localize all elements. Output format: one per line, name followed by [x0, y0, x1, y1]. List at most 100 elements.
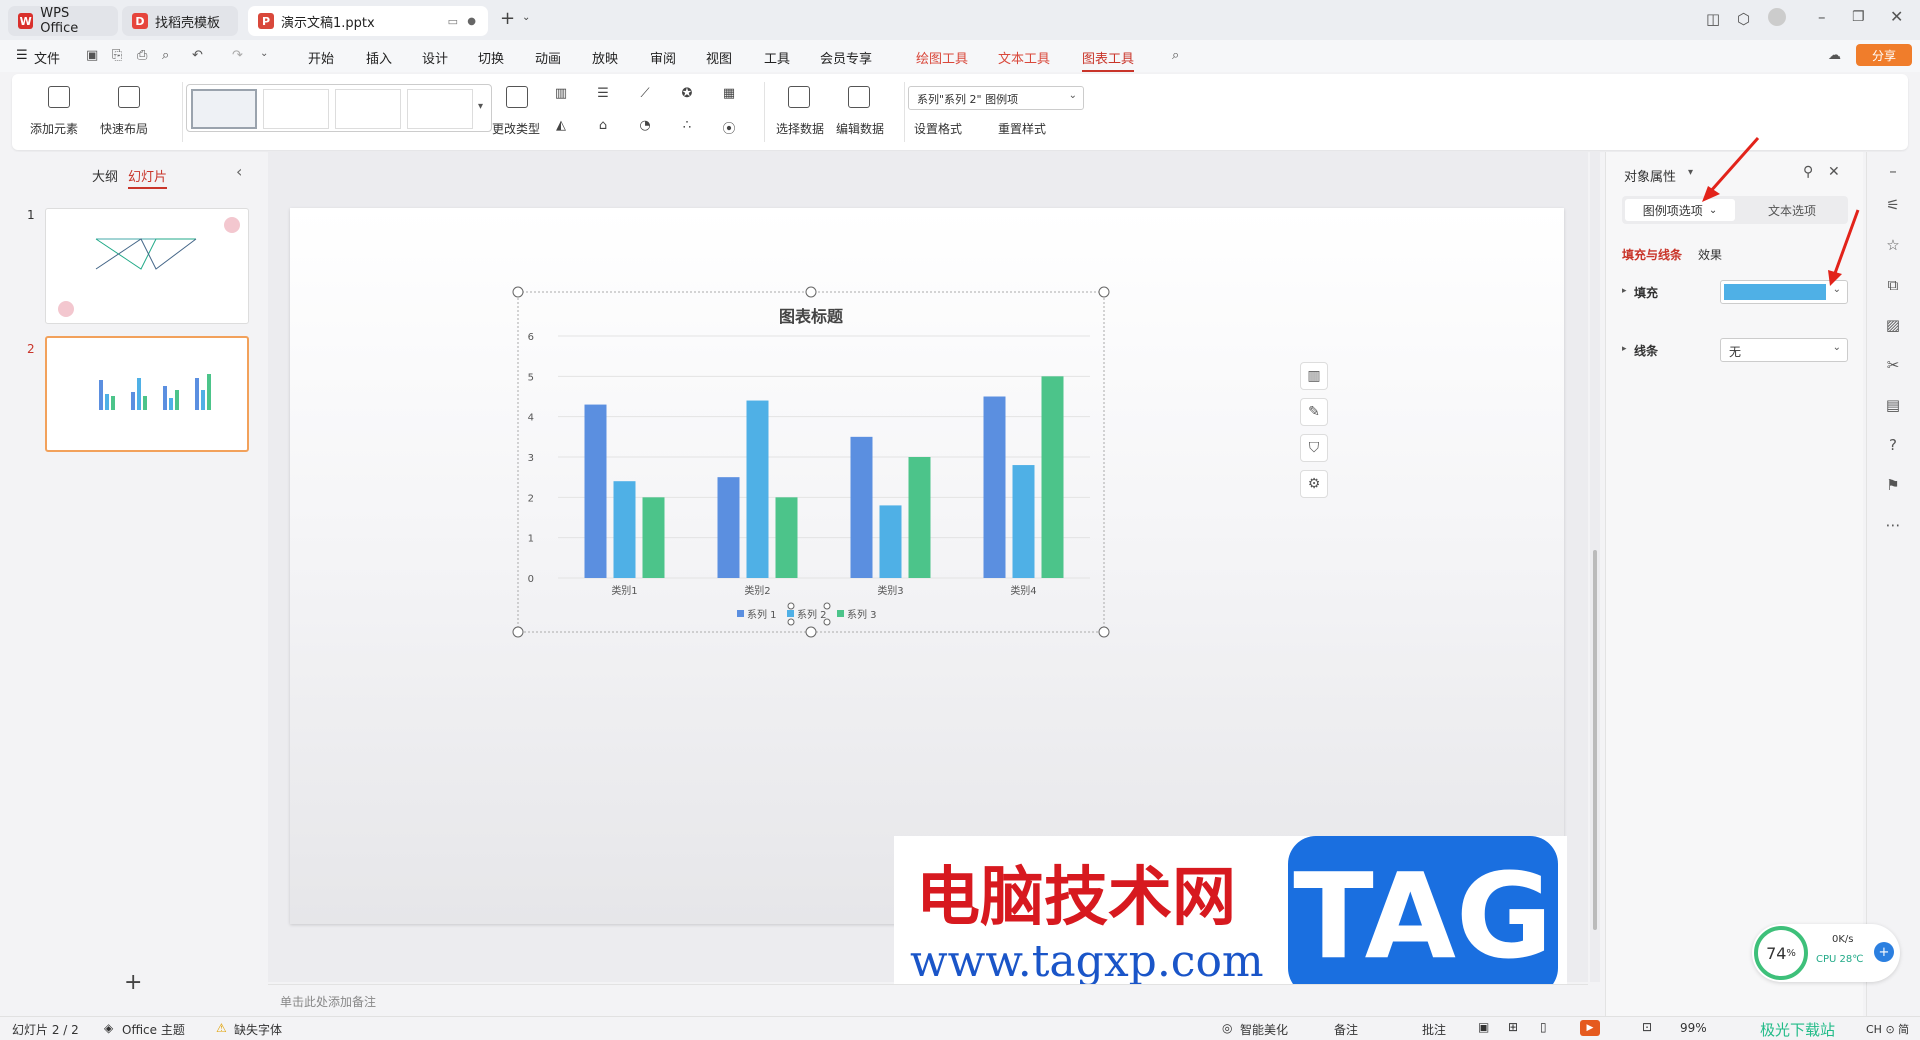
- add-icon[interactable]: +: [1874, 942, 1894, 962]
- chart-style-gallery[interactable]: ▾: [186, 84, 492, 132]
- panel-title[interactable]: 对象属性: [1624, 166, 1676, 185]
- expand-line-icon[interactable]: ▸: [1622, 344, 1627, 354]
- new-tab-icon[interactable]: +: [500, 8, 515, 29]
- missing-font[interactable]: 缺失字体: [234, 1021, 282, 1038]
- line-chart-icon[interactable]: ⟋: [636, 86, 654, 102]
- comments-button[interactable]: 批注: [1422, 1021, 1446, 1038]
- book-icon[interactable]: ▤: [1883, 396, 1903, 416]
- unsaved-dot-icon[interactable]: ●: [467, 16, 476, 27]
- restore-icon[interactable]: ❐: [1852, 9, 1865, 25]
- chart-style-brush-icon[interactable]: ✎: [1300, 398, 1328, 426]
- theme-name[interactable]: Office 主题: [122, 1021, 185, 1038]
- reset-style-button[interactable]: 重置样式: [998, 120, 1046, 137]
- menu-design[interactable]: 设计: [422, 48, 448, 67]
- preview-icon[interactable]: ⌕: [162, 48, 169, 63]
- image-icon[interactable]: ▨: [1883, 316, 1903, 336]
- select-data-button[interactable]: 选择数据: [776, 120, 824, 137]
- more-icon[interactable]: ⋯: [1883, 516, 1903, 536]
- collapse-icon[interactable]: –: [1883, 162, 1903, 182]
- tab-template[interactable]: D 找稻壳模板: [122, 6, 238, 36]
- share-button[interactable]: 分享: [1856, 44, 1912, 66]
- menu-animation[interactable]: 动画: [535, 48, 561, 67]
- chart-settings-icon[interactable]: ⚙: [1300, 470, 1328, 498]
- minimize-icon[interactable]: –: [1818, 8, 1826, 26]
- change-type-button[interactable]: 更改类型: [492, 120, 540, 137]
- menu-file[interactable]: 文件: [34, 48, 60, 67]
- cube-icon[interactable]: ⬡: [1737, 10, 1750, 28]
- tab-wps-office[interactable]: W WPS Office: [8, 6, 118, 36]
- set-format-button[interactable]: 设置格式: [914, 120, 962, 137]
- cloud-icon[interactable]: ☁: [1828, 48, 1841, 63]
- tools-icon[interactable]: ✂: [1883, 356, 1903, 376]
- hamburger-icon[interactable]: ☰: [16, 48, 28, 63]
- chart-style-4[interactable]: [407, 89, 473, 129]
- add-slide-button[interactable]: +: [124, 970, 142, 995]
- menu-view[interactable]: 视图: [706, 48, 732, 67]
- tab-outline[interactable]: 大纲: [92, 166, 118, 185]
- collapse-panel-icon[interactable]: ‹: [236, 162, 242, 181]
- stock-chart-icon[interactable]: ⌂: [594, 118, 612, 134]
- sorter-view-icon[interactable]: ⊞: [1508, 1020, 1518, 1034]
- expand-fill-icon[interactable]: ▸: [1622, 286, 1627, 296]
- vertical-scrollbar[interactable]: [1590, 152, 1600, 982]
- ime-indicator[interactable]: CH ⊙ 简: [1866, 1021, 1909, 1037]
- layout-icon[interactable]: ◫: [1706, 10, 1720, 28]
- avatar[interactable]: [1768, 8, 1786, 26]
- slide[interactable]: 图表标题 0 1 2 3 4 5 6 类别1 类别2 类别3 类别4 系列 1 系列 2 系列 3: [290, 208, 1564, 924]
- search-icon[interactable]: ⌕: [1172, 48, 1179, 63]
- add-element-button[interactable]: 添加元素: [30, 120, 78, 137]
- redo-icon[interactable]: ↷: [232, 48, 243, 63]
- performance-widget[interactable]: 74% 0K/s CPU 28℃ +: [1752, 924, 1900, 982]
- tab-slides[interactable]: 幻灯片: [128, 166, 168, 189]
- menu-member[interactable]: 会员专享: [820, 48, 872, 67]
- slide-thumbnail-1[interactable]: [45, 208, 249, 324]
- play-icon[interactable]: ▶: [1580, 1020, 1600, 1036]
- line-dropdown[interactable]: 无 ⌄: [1720, 338, 1848, 362]
- copy-icon[interactable]: ⧉: [1883, 276, 1903, 296]
- menu-insert[interactable]: 插入: [366, 48, 392, 67]
- reading-view-icon[interactable]: ▯: [1540, 1020, 1547, 1034]
- menu-tools[interactable]: 工具: [764, 48, 790, 67]
- menu-drawing-tools[interactable]: 绘图工具: [916, 48, 968, 67]
- quick-layout-button[interactable]: 快速布局: [100, 120, 148, 137]
- pie-chart-icon[interactable]: ◔: [636, 118, 654, 134]
- tab-document[interactable]: P 演示文稿1.pptx ▭ ●: [248, 6, 488, 36]
- smart-beautify-button[interactable]: 智能美化: [1240, 1021, 1288, 1038]
- export-icon[interactable]: ⎘: [112, 48, 122, 63]
- scatter-chart-icon[interactable]: ∴: [678, 118, 696, 134]
- radar-chart-icon[interactable]: ✪: [678, 86, 696, 102]
- menu-chart-tools[interactable]: 图表工具: [1082, 48, 1135, 72]
- chart[interactable]: 图表标题 0 1 2 3 4 5 6 类别1 类别2 类别3 类别4 系列 1 系列 2 系列 3: [290, 208, 1564, 924]
- table-chart-icon[interactable]: ▦: [720, 86, 738, 102]
- column-chart-icon[interactable]: ▥: [552, 86, 570, 102]
- slide-thumbnail-2[interactable]: [45, 336, 249, 452]
- chart-style-2[interactable]: [263, 89, 329, 129]
- fit-window-icon[interactable]: ⊡: [1642, 1020, 1652, 1034]
- chart-style-1[interactable]: [191, 89, 257, 129]
- menu-review[interactable]: 审阅: [650, 48, 676, 67]
- notes-area[interactable]: 单击此处添加备注: [268, 984, 1588, 1016]
- chart-style-3[interactable]: [335, 89, 401, 129]
- scrollbar-thumb[interactable]: [1593, 550, 1597, 930]
- tab-fill-line[interactable]: 填充与线条: [1622, 246, 1682, 263]
- zoom-level[interactable]: 99%: [1680, 1021, 1707, 1035]
- menu-home[interactable]: 开始: [308, 48, 334, 67]
- chart-elements-icon[interactable]: ▥: [1300, 362, 1328, 390]
- help-icon[interactable]: ?: [1883, 436, 1903, 456]
- menu-slideshow[interactable]: 放映: [592, 48, 618, 67]
- area-chart-icon[interactable]: ◭: [552, 118, 570, 134]
- properties-icon[interactable]: ⚟: [1883, 196, 1903, 216]
- shirt-icon[interactable]: ⚑: [1883, 476, 1903, 496]
- series-select-dropdown[interactable]: 系列"系列 2" 图例项 ⌄: [908, 86, 1084, 110]
- undo-icon[interactable]: ↶: [192, 48, 203, 63]
- notes-button[interactable]: 备注: [1334, 1021, 1358, 1038]
- save-icon[interactable]: ▣: [86, 48, 98, 63]
- print-icon[interactable]: ⎙: [137, 48, 147, 63]
- normal-view-icon[interactable]: ▣: [1478, 1020, 1489, 1034]
- tab-list-chevron-icon[interactable]: ⌄: [522, 12, 530, 23]
- bar-chart-icon[interactable]: ☰: [594, 86, 612, 102]
- close-icon[interactable]: ✕: [1890, 7, 1903, 26]
- bubble-chart-icon[interactable]: ⦿: [720, 118, 738, 137]
- menu-transition[interactable]: 切换: [478, 48, 504, 67]
- edit-data-button[interactable]: 编辑数据: [836, 120, 884, 137]
